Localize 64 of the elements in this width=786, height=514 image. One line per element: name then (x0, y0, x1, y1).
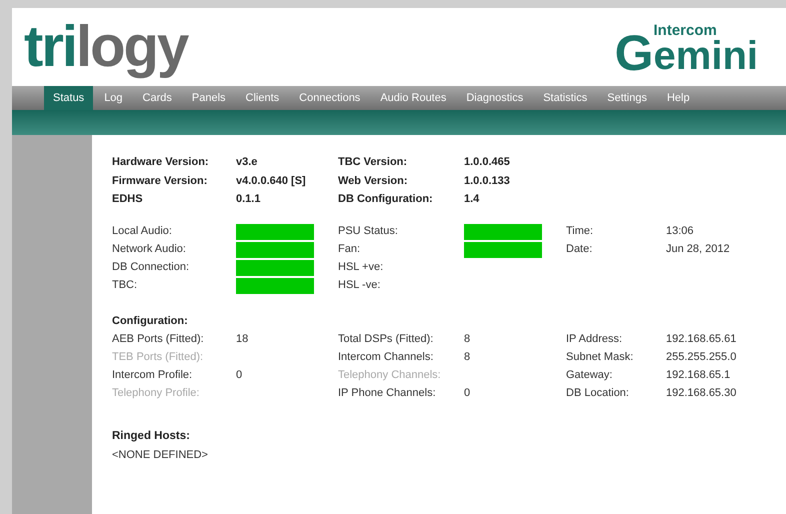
config-value: 192.168.65.61 (666, 332, 738, 348)
field-label: DB Configuration: (338, 192, 434, 207)
status-value: 13:06 (666, 224, 695, 240)
config-label: IP Phone Channels: (338, 386, 437, 401)
status-label: Time: (566, 224, 594, 240)
config-value: 192.168.65.1 (666, 368, 732, 383)
status-label: Date: (566, 242, 594, 258)
config-value: 18 (236, 332, 250, 348)
config-label: Gateway: (566, 368, 614, 383)
config-value: 0 (236, 368, 244, 383)
config-label: AEB Ports (Fitted): (112, 332, 205, 348)
status-label: Fan: (338, 242, 362, 258)
section-title: Ringed Hosts: (112, 428, 190, 444)
hosts-value: <NONE DEFINED> (112, 448, 208, 463)
config-label: TEB Ports (Fitted): (112, 350, 204, 365)
nav-tab[interactable]: Cards (134, 86, 181, 110)
status-label: Network Audio: (112, 242, 187, 258)
config-label: DB Location: (566, 386, 630, 401)
config-label: Telephony Channels: (338, 368, 442, 383)
nav-tab[interactable]: Log (95, 86, 132, 110)
logo-text: tri (24, 18, 76, 76)
nav-tab[interactable]: Audio Routes (371, 86, 456, 110)
status-value: Jun 28, 2012 (666, 242, 731, 258)
nav-tab[interactable]: Connections (290, 86, 370, 110)
config-value: 0 (464, 386, 472, 401)
field-label: Web Version: (338, 174, 408, 188)
config-label: Intercom Profile: (112, 368, 194, 383)
status-label: HSL -ve: (338, 278, 382, 294)
nav-tab[interactable]: Panels (182, 86, 235, 110)
field-value: 0.1.1 (236, 192, 262, 207)
field-value: v3.e (236, 155, 258, 170)
nav-tab[interactable]: Status (44, 86, 94, 110)
config-value: 192.168.65.30 (666, 386, 738, 401)
status-label: PSU Status: (338, 224, 399, 240)
config-value: 8 (464, 332, 472, 348)
status-label: HSL +ve: (338, 260, 384, 276)
field-value: 1.0.0.465 (464, 155, 511, 170)
status-label: DB Connection: (112, 260, 190, 276)
field-value: v4.0.0.640 [S] (236, 174, 307, 188)
nav-tab[interactable]: Statistics (534, 86, 596, 110)
nav-tab[interactable]: Clients (236, 86, 288, 110)
nav-tab[interactable]: Diagnostics (457, 86, 532, 110)
status-label: Local Audio: (112, 224, 173, 240)
config-label: Subnet Mask: (566, 350, 634, 365)
config-label: Telephony Profile: (112, 386, 200, 401)
config-label: Total DSPs (Fitted): (338, 332, 434, 348)
logo-text: logy (76, 18, 188, 76)
section-title: Configuration: (112, 314, 188, 330)
field-label: EDHS (112, 192, 144, 207)
logo-text: Intercom (654, 22, 717, 38)
field-label: TBC Version: (338, 155, 408, 170)
field-value: 1.0.0.133 (464, 174, 511, 188)
field-value: 1.4 (464, 192, 480, 207)
field-label: Hardware Version: (112, 155, 210, 170)
config-label: Intercom Channels: (338, 350, 434, 365)
config-value: 8 (464, 350, 472, 365)
nav-tab[interactable]: Help (658, 86, 699, 110)
logo-text: G (614, 28, 654, 78)
logo-text: emini (654, 36, 758, 76)
status-label: TBC: (112, 278, 138, 294)
field-label: Firmware Version: (112, 174, 208, 188)
config-value: 255.255.255.0 (666, 350, 738, 365)
config-label: IP Address: (566, 332, 624, 348)
nav-tab[interactable]: Settings (598, 86, 656, 110)
